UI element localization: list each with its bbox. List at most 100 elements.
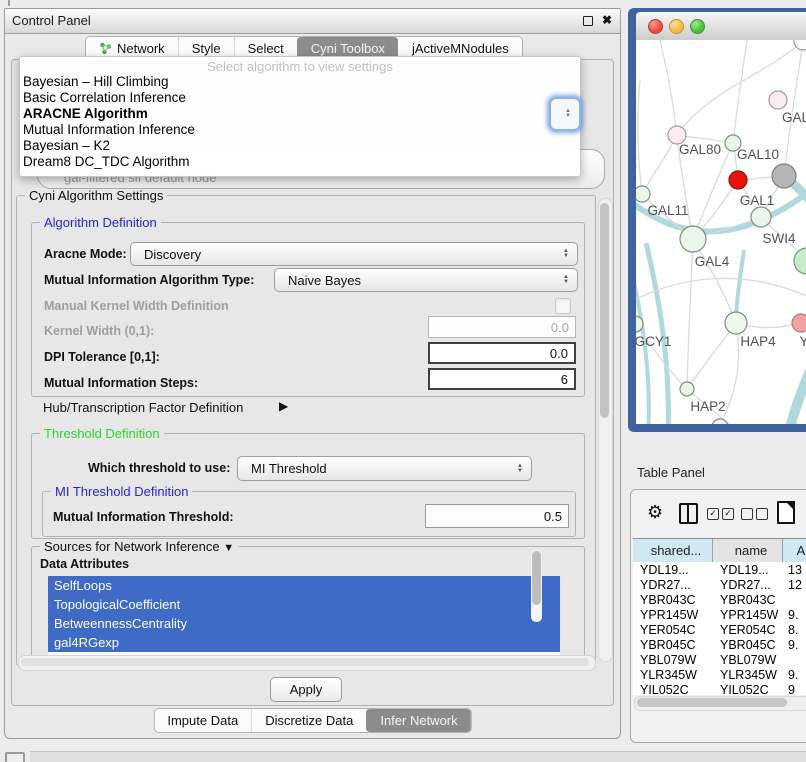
- network-canvas[interactable]: GALGAL80GAL10GAL1GAL11SWI4GAL4HAP4YGCY1H…: [636, 40, 806, 424]
- new-table-icon[interactable]: [777, 501, 795, 524]
- divider: [8, 0, 10, 6]
- table-row[interactable]: YBR043CYBR043C: [633, 592, 806, 607]
- columns-icon[interactable]: [679, 503, 698, 524]
- table-header-row: shared...nameA: [633, 538, 806, 563]
- data-tools-tabs: Impute DataDiscretize DataInfer Network: [153, 708, 471, 733]
- zoom-traffic-light[interactable]: [690, 19, 705, 34]
- network-node-hap4[interactable]: [725, 312, 747, 334]
- network-view-titlebar[interactable]: [636, 12, 806, 41]
- network-node-hap2[interactable]: [680, 382, 694, 396]
- algorithm-option-bayesian-k2[interactable]: Bayesian – K2: [20, 138, 580, 154]
- table-horizontal-scrollbar[interactable]: [634, 696, 806, 711]
- scrollbar-thumb[interactable]: [600, 203, 609, 418]
- gear-icon[interactable]: ⚙: [647, 502, 663, 523]
- minimize-traffic-light[interactable]: [669, 19, 684, 34]
- kernel-width-value: 0.0: [551, 320, 569, 335]
- attribute-item-topologicalcoefficient[interactable]: TopologicalCoefficient: [48, 595, 560, 614]
- close-icon[interactable]: ✖: [602, 13, 612, 27]
- network-node[interactable]: [794, 40, 806, 50]
- mi-steps-field[interactable]: 6: [428, 368, 576, 390]
- table-row[interactable]: YBL079WYBL079W: [633, 652, 806, 667]
- table-row[interactable]: YLR345WYLR345W9.: [633, 667, 806, 682]
- algorithm-option-dream8-dc-tdc-algorithm[interactable]: Dream8 DC_TDC Algorithm: [20, 154, 580, 170]
- cyni-algorithm-settings-group: Cyni Algorithm Settings Algorithm Defini…: [16, 195, 596, 666]
- tab-impute-data[interactable]: Impute Data: [154, 709, 251, 732]
- tab-infer-network[interactable]: Infer Network: [366, 709, 470, 732]
- scrollbar-thumb[interactable]: [21, 658, 589, 666]
- scrollbar-thumb[interactable]: [637, 698, 787, 707]
- algorithm-option-mutual-information-inference[interactable]: Mutual Information Inference: [20, 122, 580, 138]
- which-threshold-value: MI Threshold: [251, 461, 327, 476]
- table-row[interactable]: YIL052CYIL052C9: [633, 682, 806, 695]
- column-header-name[interactable]: name: [713, 539, 783, 562]
- algorithm-option-aracne-algorithm[interactable]: ARACNE Algorithm: [20, 106, 580, 122]
- cell: YBL079W: [633, 653, 713, 667]
- apply-button[interactable]: Apply: [270, 677, 342, 702]
- manual-kernel-checkbox[interactable]: [555, 298, 571, 314]
- table-row[interactable]: YER054CYER054C8.: [633, 622, 806, 637]
- network-node[interactable]: [729, 171, 747, 189]
- network-node[interactable]: [794, 248, 806, 274]
- which-threshold-select[interactable]: MI Threshold ▲▼: [237, 456, 532, 481]
- control-panel-window: Control Panel ✖ NetworkStyleSelectCyni T…: [4, 8, 621, 739]
- aracne-mode-select[interactable]: Discovery ▲▼: [130, 242, 578, 266]
- aracne-mode-label: Aracne Mode:: [44, 247, 127, 261]
- network-node-gal[interactable]: [769, 91, 787, 109]
- threshold-definition-group: Threshold Definition Which threshold to …: [31, 433, 585, 539]
- collapsed-panel-button[interactable]: [5, 752, 25, 762]
- table-header: shared...nameA: [633, 538, 806, 563]
- settings-vertical-scrollbar[interactable]: [598, 198, 613, 662]
- column-header-shared[interactable]: shared...: [633, 539, 713, 562]
- cell: 9: [783, 683, 806, 696]
- hub-definition-label[interactable]: Hub/Transcription Factor Definition: [43, 400, 243, 415]
- settings-horizontal-scrollbar[interactable]: [18, 655, 596, 671]
- cell: YBR043C: [633, 593, 713, 607]
- cell: YER054C: [633, 623, 713, 637]
- mi-type-select[interactable]: Naive Bayes ▲▼: [274, 268, 578, 292]
- cell: 13: [783, 563, 806, 577]
- focused-combo-edge[interactable]: ▲▼: [549, 97, 581, 131]
- node-label-gal80: GAL80: [679, 142, 721, 157]
- scrollbar-thumb[interactable]: [532, 551, 541, 605]
- dpi-tolerance-field[interactable]: 0.0: [428, 342, 576, 364]
- network-node-gal1[interactable]: [751, 207, 771, 227]
- node-label-gal10: GAL10: [737, 147, 779, 162]
- unchecked-box-icon: [756, 508, 768, 520]
- expand-arrow-icon[interactable]: ▶: [279, 399, 288, 413]
- hide-all-columns-icon[interactable]: [741, 508, 768, 520]
- table-row[interactable]: YPR145WYPR145W9.: [633, 607, 806, 622]
- network-node-y[interactable]: [792, 314, 806, 332]
- spinner-arrows-icon: ▲▼: [563, 249, 569, 259]
- tab-discretize-data[interactable]: Discretize Data: [251, 709, 366, 732]
- mi-threshold-value: 0.5: [544, 509, 562, 524]
- cell: 9.: [783, 638, 806, 652]
- table-row[interactable]: YDL19...YDL19...13: [633, 562, 806, 577]
- tab-label: Style: [192, 41, 221, 56]
- attribute-item-betweennesscentrality[interactable]: BetweennessCentrality: [48, 614, 560, 633]
- attributes-scrollbar[interactable]: [531, 550, 542, 622]
- algorithm-option-basic-correlation-inference[interactable]: Basic Correlation Inference: [20, 90, 580, 106]
- attribute-item-selfloops[interactable]: SelfLoops: [48, 576, 560, 595]
- network-graph[interactable]: GALGAL80GAL10GAL1GAL11SWI4GAL4HAP4YGCY1H…: [636, 40, 806, 424]
- algorithm-option-bayesian-hill-climbing[interactable]: Bayesian – Hill Climbing: [20, 74, 580, 90]
- cell: YDR27...: [713, 578, 783, 592]
- float-window-icon[interactable]: [583, 16, 593, 26]
- network-node-gal11[interactable]: [636, 186, 650, 202]
- table-row[interactable]: YBR045CYBR045C9.: [633, 637, 806, 652]
- column-header-a[interactable]: A: [783, 539, 806, 562]
- network-node[interactable]: [772, 164, 796, 188]
- tab-label: Cyni Toolbox: [311, 41, 385, 56]
- spinner-arrows-icon: ▲▼: [517, 464, 523, 474]
- cell: YDR27...: [633, 578, 713, 592]
- mi-steps-value: 6: [561, 372, 568, 387]
- close-traffic-light[interactable]: [648, 19, 663, 34]
- show-all-columns-icon[interactable]: ✓ ✓: [707, 508, 734, 520]
- node-label-gal4: GAL4: [695, 254, 730, 269]
- mi-threshold-field[interactable]: 0.5: [425, 504, 569, 528]
- network-node[interactable]: [712, 419, 728, 424]
- dropdown-items: Bayesian – Hill ClimbingBasic Correlatio…: [20, 74, 580, 170]
- table-row[interactable]: YDR27...YDR27...12: [633, 577, 806, 592]
- collapse-arrow-icon[interactable]: ▼: [223, 542, 234, 554]
- attribute-item-gal4rgexp[interactable]: gal4RGexp: [48, 633, 560, 652]
- network-node-gal4[interactable]: [680, 226, 706, 252]
